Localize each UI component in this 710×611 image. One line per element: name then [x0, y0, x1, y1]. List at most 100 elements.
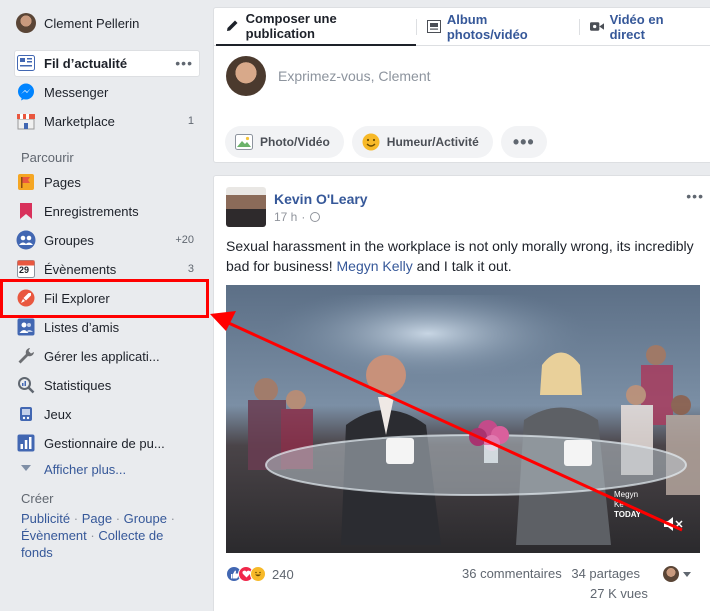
author-avatar[interactable] — [226, 187, 266, 227]
create-link-page[interactable]: Page — [82, 511, 112, 526]
tab-photo-album[interactable]: Album photos/vidéo — [417, 8, 579, 46]
marketplace-count: 1 — [187, 115, 194, 127]
post-text-part: and I talk it out. — [412, 258, 512, 274]
video-overlay-line: Megyn — [614, 490, 638, 499]
sidebar-item-games[interactable]: Jeux — [16, 400, 71, 428]
rocket-icon — [16, 288, 36, 308]
feeling-activity-button[interactable]: Humeur/Activité — [351, 126, 493, 158]
sidebar-item-label: Listes d’amis — [44, 319, 120, 335]
calendar-icon: 29 — [16, 259, 36, 279]
globe-icon — [310, 212, 321, 222]
sidebar-item-label: Jeux — [44, 406, 72, 422]
create-link-event[interactable]: Évènement — [21, 528, 87, 543]
composer-more-button[interactable]: ••• — [500, 126, 547, 158]
post-time[interactable]: 17 h — [274, 210, 297, 224]
haha-reaction-icon — [250, 566, 266, 582]
groups-count: +20 — [175, 234, 194, 246]
comments-count[interactable]: 36 commentaires — [462, 566, 562, 581]
post-composer: Composer une publication Album photos/vi… — [213, 7, 710, 163]
smiley-icon — [362, 133, 380, 151]
photo-video-label: Photo/Vidéo — [260, 135, 330, 149]
left-sidebar: Clement Pellerin ••• Fil d’actualité Mes… — [0, 0, 212, 611]
mention-link[interactable]: Megyn Kelly — [337, 258, 413, 274]
tab-label: Vidéo en direct — [609, 11, 664, 42]
pages-flag-icon — [16, 172, 36, 192]
sidebar-item-label: Gérer les applicati... — [44, 348, 160, 364]
composer-tabs: Composer une publication Album photos/vi… — [214, 8, 710, 46]
sidebar-item-manage-apps[interactable]: Gérer les applicati... — [16, 342, 160, 370]
chevron-down-icon — [16, 459, 36, 479]
create-separator: · — [86, 528, 99, 543]
tab-compose-post[interactable]: Composer une publication — [216, 8, 416, 46]
bookmark-icon — [16, 201, 36, 221]
sidebar-item-label: Fil d’actualité — [44, 55, 128, 71]
show-more-link[interactable]: Afficher plus... — [16, 455, 126, 483]
explore-heading: Parcourir — [21, 150, 74, 165]
composer-placeholder[interactable]: Exprimez-vous, Clement — [278, 68, 431, 84]
pencil-icon — [226, 19, 240, 33]
shares-count[interactable]: 34 partages — [571, 566, 640, 581]
sidebar-item-messenger[interactable]: Messenger — [16, 78, 108, 106]
composer-actions: Photo/Vidéo Humeur/Activité ••• — [225, 126, 555, 158]
create-links: Publicité · Page · Groupe · Évènement · … — [21, 510, 196, 561]
video-overlay-line: TODAY — [614, 510, 642, 519]
sidebar-item-news-feed[interactable]: Fil d’actualité — [16, 49, 127, 77]
sidebar-item-label: Statistiques — [44, 377, 112, 393]
photo-video-button[interactable]: Photo/Vidéo — [225, 126, 344, 158]
post-meta: 17 h · — [274, 210, 321, 224]
reaction-count: 240 — [272, 566, 294, 582]
sidebar-item-marketplace[interactable]: Marketplace — [16, 107, 115, 135]
profile-link[interactable]: Clement Pellerin — [16, 9, 139, 37]
viewer-selector[interactable] — [663, 566, 691, 582]
show-more-label: Afficher plus... — [44, 461, 127, 477]
profile-name: Clement Pellerin — [44, 15, 140, 31]
sidebar-item-statistics[interactable]: Statistiques — [16, 371, 111, 399]
video-overlay-line: Ke — [614, 500, 624, 509]
sidebar-item-label: Marketplace — [44, 113, 115, 129]
sidebar-item-label: Gestionnaire de pu... — [44, 435, 165, 451]
sidebar-item-label: Fil Explorer — [44, 290, 110, 306]
sidebar-item-ads-manager[interactable]: Gestionnaire de pu... — [16, 429, 165, 457]
post-options-icon[interactable]: ••• — [686, 188, 704, 204]
composer-input-row[interactable]: Exprimez-vous, Clement — [226, 56, 431, 96]
more-dots-icon: ••• — [512, 131, 535, 152]
video-player[interactable]: Megyn Ke TODAY — [226, 285, 700, 553]
engagement-counts: 36 commentaires 34 partages — [462, 566, 640, 581]
sidebar-item-label: Messenger — [44, 84, 109, 100]
post-text: Sexual harassment in the workplace is no… — [226, 236, 696, 276]
events-count: 3 — [187, 263, 194, 275]
wrench-icon — [16, 346, 36, 366]
create-link-ad[interactable]: Publicité — [21, 511, 70, 526]
ads-manager-icon — [16, 433, 36, 453]
create-separator: · — [112, 511, 124, 526]
caret-down-icon — [683, 571, 691, 577]
tab-live-video[interactable]: Vidéo en direct — [580, 8, 710, 46]
sidebar-item-groups[interactable]: Groupes — [16, 226, 94, 254]
feed-post: Kevin O'Leary 17 h · ••• Sexual harassme… — [213, 175, 710, 611]
reactions-summary[interactable]: 240 — [226, 566, 294, 582]
tab-label: Composer une publication — [245, 10, 337, 41]
sidebar-item-saved[interactable]: Enregistrements — [16, 197, 139, 225]
sidebar-item-label: Évènements — [44, 261, 117, 277]
album-icon — [426, 20, 441, 34]
sidebar-item-friend-lists[interactable]: Listes d’amis — [16, 313, 119, 341]
composer-avatar — [226, 56, 266, 96]
more-options-icon[interactable]: ••• — [175, 55, 193, 71]
sidebar-item-explore-feed[interactable]: Fil Explorer — [16, 284, 110, 312]
groups-icon — [16, 230, 36, 250]
post-author[interactable]: Kevin O'Leary — [274, 191, 368, 207]
sidebar-item-pages[interactable]: Pages — [16, 168, 81, 196]
sidebar-item-events[interactable]: 29 Évènements — [16, 255, 116, 283]
feeling-activity-label: Humeur/Activité — [386, 135, 479, 149]
create-heading: Créer — [21, 491, 54, 506]
news-feed-icon — [16, 53, 36, 73]
sidebar-item-label: Pages — [44, 174, 81, 190]
views-count: 27 K vues — [590, 586, 648, 601]
create-link-group[interactable]: Groupe — [124, 511, 167, 526]
sidebar-item-label: Enregistrements — [44, 203, 139, 219]
photo-icon — [235, 134, 253, 150]
messenger-icon — [16, 82, 36, 102]
viewer-avatar — [663, 566, 679, 582]
calendar-day: 29 — [19, 265, 30, 275]
marketplace-icon — [16, 111, 36, 131]
